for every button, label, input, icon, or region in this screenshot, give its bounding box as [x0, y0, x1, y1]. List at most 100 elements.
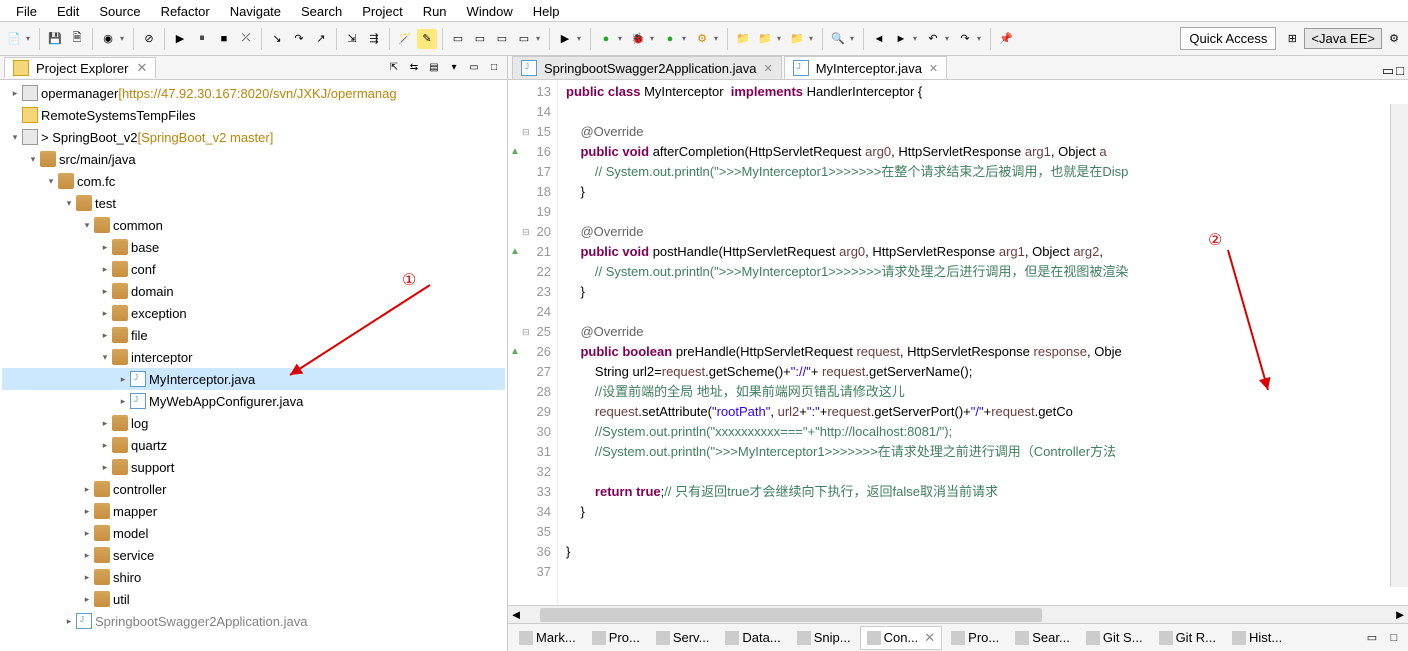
drop-frame-button[interactable]: ⇲	[342, 29, 362, 49]
menu-edit[interactable]: Edit	[47, 2, 89, 19]
tree-item-opermanager[interactable]: ▸opermanager [https://47.92.30.167:8020/…	[2, 82, 505, 104]
wand-button[interactable]: 🪄	[395, 29, 415, 49]
link-editor-button[interactable]: ⇆	[405, 59, 423, 77]
stop-button[interactable]: ■	[214, 29, 234, 49]
twisty-icon[interactable]: ▸	[80, 528, 94, 539]
new-other-button[interactable]: 📁	[787, 29, 807, 49]
new-wizard-button[interactable]: ▭	[514, 29, 534, 49]
tree-item-log[interactable]: ▸log	[2, 412, 505, 434]
twisty-icon[interactable]: ▸	[80, 484, 94, 495]
last-edit-button[interactable]: ↶	[923, 29, 943, 49]
menu-help[interactable]: Help	[523, 2, 570, 19]
save-button[interactable]: 💾	[45, 29, 65, 49]
twisty-icon[interactable]: ▾	[62, 198, 76, 209]
close-icon[interactable]: ✕	[924, 630, 935, 646]
view-menu-button[interactable]: ▾	[445, 59, 463, 77]
twisty-icon[interactable]: ▸	[80, 572, 94, 583]
menu-window[interactable]: Window	[457, 2, 523, 19]
skip-button[interactable]: ⊘	[139, 29, 159, 49]
open-perspective-button[interactable]: ⊞	[1282, 29, 1302, 49]
menu-project[interactable]: Project	[352, 2, 412, 19]
new-button[interactable]: 📄	[4, 29, 24, 49]
tree-item-domain[interactable]: ▸domain	[2, 280, 505, 302]
twisty-icon[interactable]: ▸	[80, 506, 94, 517]
close-icon[interactable]: ✕	[136, 60, 147, 76]
code-editor[interactable]: 1314⊟15▲16171819⊟20▲21222324⊟25▲26272829…	[508, 80, 1408, 605]
use-step-filters-button[interactable]: ⇶	[364, 29, 384, 49]
bottom-view-data[interactable]: Data...	[718, 626, 787, 649]
tree-item-shiro[interactable]: ▸shiro	[2, 566, 505, 588]
twisty-icon[interactable]: ▸	[98, 286, 112, 297]
tree-item---springboot-v2[interactable]: ▾> SpringBoot_v2 [SpringBoot_v2 master]	[2, 126, 505, 148]
quick-access-field[interactable]: Quick Access	[1180, 27, 1276, 50]
tree-item-common[interactable]: ▾common	[2, 214, 505, 236]
bottom-maximize-button[interactable]: □	[1384, 628, 1404, 648]
minimize-view-button[interactable]: ▭	[465, 59, 483, 77]
twisty-icon[interactable]: ▸	[80, 550, 94, 561]
tree-item-quartz[interactable]: ▸quartz	[2, 434, 505, 456]
save-all-button[interactable]: 🗎	[67, 29, 87, 49]
menu-navigate[interactable]: Navigate	[220, 2, 291, 19]
twisty-icon[interactable]: ▸	[98, 440, 112, 451]
tree-item-conf[interactable]: ▸conf	[2, 258, 505, 280]
resume-button[interactable]: ▶	[170, 29, 190, 49]
run-last-button[interactable]: ●	[660, 29, 680, 49]
menu-source[interactable]: Source	[89, 2, 150, 19]
tree-item-exception[interactable]: ▸exception	[2, 302, 505, 324]
tree-item-springbootswagger2application-java[interactable]: ▸SpringbootSwagger2Application.java	[2, 610, 505, 632]
tree-item-util[interactable]: ▸util	[2, 588, 505, 610]
tree-item-interceptor[interactable]: ▾interceptor	[2, 346, 505, 368]
vertical-scrollbar[interactable]	[1390, 104, 1408, 587]
bottom-view-pro[interactable]: Pro...	[944, 626, 1006, 649]
tree-item-test[interactable]: ▾test	[2, 192, 505, 214]
twisty-icon[interactable]: ▾	[26, 154, 40, 165]
next-annotation-button[interactable]: ↷	[955, 29, 975, 49]
open-type-button[interactable]: ▭	[448, 29, 468, 49]
twisty-icon[interactable]: ▾	[80, 220, 94, 231]
twisty-icon[interactable]: ▸	[98, 330, 112, 341]
twisty-icon[interactable]: ▸	[98, 418, 112, 429]
new-server-button[interactable]: ▭	[492, 29, 512, 49]
editor-tab-springbootswagger2application-java[interactable]: SpringbootSwagger2Application.java✕	[512, 56, 782, 79]
bottom-view-mark[interactable]: Mark...	[512, 626, 583, 649]
twisty-icon[interactable]: ▸	[80, 594, 94, 605]
tree-item-myinterceptor-java[interactable]: ▸MyInterceptor.java	[2, 368, 505, 390]
project-explorer-tab[interactable]: Project Explorer ✕	[4, 57, 156, 78]
twisty-icon[interactable]: ▾	[8, 132, 22, 143]
maximize-view-button[interactable]: □	[485, 59, 503, 77]
run-button[interactable]: ●	[596, 29, 616, 49]
twisty-icon[interactable]: ▾	[98, 352, 112, 363]
tree-item-model[interactable]: ▸model	[2, 522, 505, 544]
new-package-button[interactable]: 📁	[733, 29, 753, 49]
tree-item-service[interactable]: ▸service	[2, 544, 505, 566]
forward-button[interactable]: ►	[891, 29, 911, 49]
bottom-view-gitr[interactable]: Git R...	[1152, 626, 1223, 649]
twisty-icon[interactable]: ▸	[116, 396, 130, 407]
close-icon[interactable]: ✕	[929, 62, 938, 75]
new-class-button[interactable]: 📁	[755, 29, 775, 49]
minimize-editor-button[interactable]: ▭	[1382, 63, 1394, 79]
line-number-gutter[interactable]: 1314⊟15▲16171819⊟20▲21222324⊟25▲26272829…	[508, 80, 558, 605]
external-tools-button[interactable]: ⚙	[692, 29, 712, 49]
code-area[interactable]: public class MyInterceptor implements Ha…	[558, 80, 1408, 605]
tree-item-com-fc[interactable]: ▾com.fc	[2, 170, 505, 192]
pause-button[interactable]: ⏸	[192, 29, 212, 49]
twisty-icon[interactable]: ▸	[8, 88, 22, 99]
horizontal-scrollbar[interactable]: ◄ ►	[508, 605, 1408, 623]
bottom-view-gits[interactable]: Git S...	[1079, 626, 1150, 649]
twisty-icon[interactable]: ▸	[98, 462, 112, 473]
bottom-minimize-button[interactable]: ▭	[1362, 628, 1382, 648]
tree-item-controller[interactable]: ▸controller	[2, 478, 505, 500]
back-button[interactable]: ◄	[869, 29, 889, 49]
focus-button[interactable]: ▤	[425, 59, 443, 77]
bottom-view-con[interactable]: Con...✕	[860, 626, 943, 650]
pin-button[interactable]: 📌	[996, 29, 1016, 49]
start-server-button[interactable]: ▶	[555, 29, 575, 49]
tree-item-mapper[interactable]: ▸mapper	[2, 500, 505, 522]
tree-item-remotesystemstempfiles[interactable]: RemoteSystemsTempFiles	[2, 104, 505, 126]
step-return-button[interactable]: ↗	[311, 29, 331, 49]
close-icon[interactable]: ✕	[763, 62, 772, 75]
twisty-icon[interactable]: ▸	[116, 374, 130, 385]
tree-item-mywebappconfigurer-java[interactable]: ▸MyWebAppConfigurer.java	[2, 390, 505, 412]
tree-item-src-main-java[interactable]: ▾src/main/java	[2, 148, 505, 170]
